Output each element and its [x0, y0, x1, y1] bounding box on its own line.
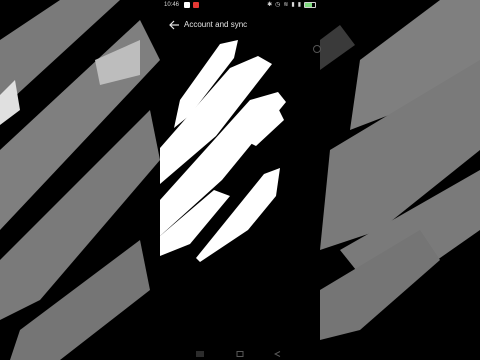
bluetooth-icon: ✱ — [267, 2, 273, 8]
menu-icon[interactable] — [196, 351, 204, 357]
signal-icon-2: ▮ — [297, 2, 301, 8]
camera-cutout-icon — [313, 45, 321, 53]
status-bar: 10:46 ✱ ◷ ≋ ▮ ▮ — [160, 0, 320, 10]
navigation-bar — [160, 348, 320, 360]
wifi-icon: ≋ — [283, 2, 289, 8]
status-time: 10:46 — [164, 2, 180, 8]
blurred-scribble-right — [320, 0, 480, 340]
home-icon[interactable] — [236, 351, 244, 357]
alarm-icon: ◷ — [275, 2, 281, 8]
blurred-scribble-left — [0, 0, 160, 360]
back-icon[interactable] — [274, 351, 282, 357]
blurred-backdrop-left — [0, 0, 160, 360]
notification-badge-icon — [193, 2, 199, 8]
signal-icon: ▮ — [291, 2, 295, 8]
shield-icon — [184, 2, 190, 8]
status-icons: ✱ ◷ ≋ ▮ ▮ — [267, 0, 316, 10]
scribble-redaction — [160, 40, 286, 262]
blurred-backdrop-right — [320, 0, 480, 360]
battery-icon — [304, 2, 316, 8]
battery-fill — [305, 3, 312, 7]
phone-screen: 10:46 ✱ ◷ ≋ ▮ ▮ Account and sync — [160, 0, 320, 360]
